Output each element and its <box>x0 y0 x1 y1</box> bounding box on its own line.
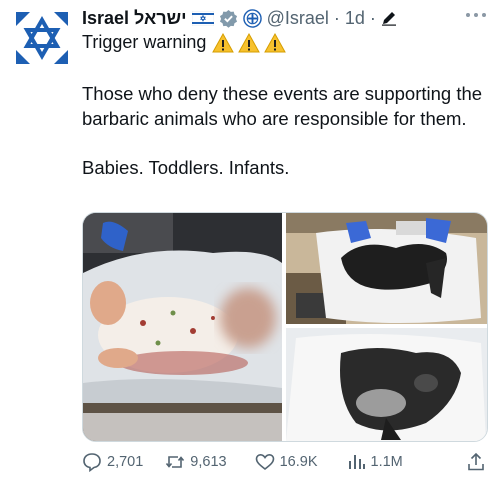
warning-icon <box>238 32 261 52</box>
views-count: 1.1M <box>370 454 403 470</box>
share-button[interactable] <box>466 452 486 472</box>
tweet-header: Israel ישראל @Israel · 1d · <box>82 6 492 30</box>
government-emblem-icon[interactable] <box>242 8 262 28</box>
tweet-paragraph: Babies. Toddlers. Infants. <box>82 157 290 178</box>
author-name[interactable]: Israel <box>82 8 129 29</box>
verified-badge-icon[interactable] <box>219 9 238 28</box>
like-count: 16.9K <box>279 454 318 470</box>
more-dot <box>466 13 470 17</box>
tweet-paragraph: Those who deny these events are supporti… <box>82 83 483 129</box>
views-button[interactable]: 1.1M <box>346 452 403 472</box>
retweet-button[interactable]: 9,613 <box>165 452 227 472</box>
heart-icon <box>255 453 274 471</box>
star-of-david-icon <box>16 12 68 64</box>
reply-count: 2,701 <box>107 454 144 470</box>
more-options-button[interactable] <box>466 10 486 20</box>
separator-dot: · <box>333 7 340 28</box>
author-handle[interactable]: @Israel <box>267 8 329 29</box>
more-dot <box>474 13 478 17</box>
timestamp[interactable]: 1d <box>345 8 365 29</box>
reply-button[interactable]: 2,701 <box>82 452 143 472</box>
retweet-icon <box>166 456 185 468</box>
avatar[interactable] <box>10 6 74 70</box>
warning-icons <box>212 32 287 53</box>
warning-icon <box>212 32 235 52</box>
media-image[interactable] <box>83 213 282 441</box>
retweet-count: 9,613 <box>190 454 227 470</box>
share-icon <box>468 452 484 471</box>
warning-icon <box>264 32 287 52</box>
more-dot <box>482 13 486 17</box>
pencil-icon <box>381 10 397 26</box>
media-grid <box>82 212 488 442</box>
israel-flag-icon <box>191 10 214 26</box>
tweet-heading-line: Trigger warning <box>82 32 287 53</box>
tweet-body: Those who deny these events are supporti… <box>82 81 487 180</box>
action-bar: 2,701 9,613 16.9K 1.1M <box>82 449 492 475</box>
like-button[interactable]: 16.9K <box>255 452 318 472</box>
media-image[interactable] <box>286 213 487 324</box>
author-name-hebrew[interactable]: ישראל <box>134 8 187 29</box>
media-image[interactable] <box>286 328 487 441</box>
views-icon <box>348 455 365 469</box>
trigger-warning-text: Trigger warning <box>82 32 207 52</box>
separator-dot: · <box>369 7 376 28</box>
reply-icon <box>83 453 101 472</box>
